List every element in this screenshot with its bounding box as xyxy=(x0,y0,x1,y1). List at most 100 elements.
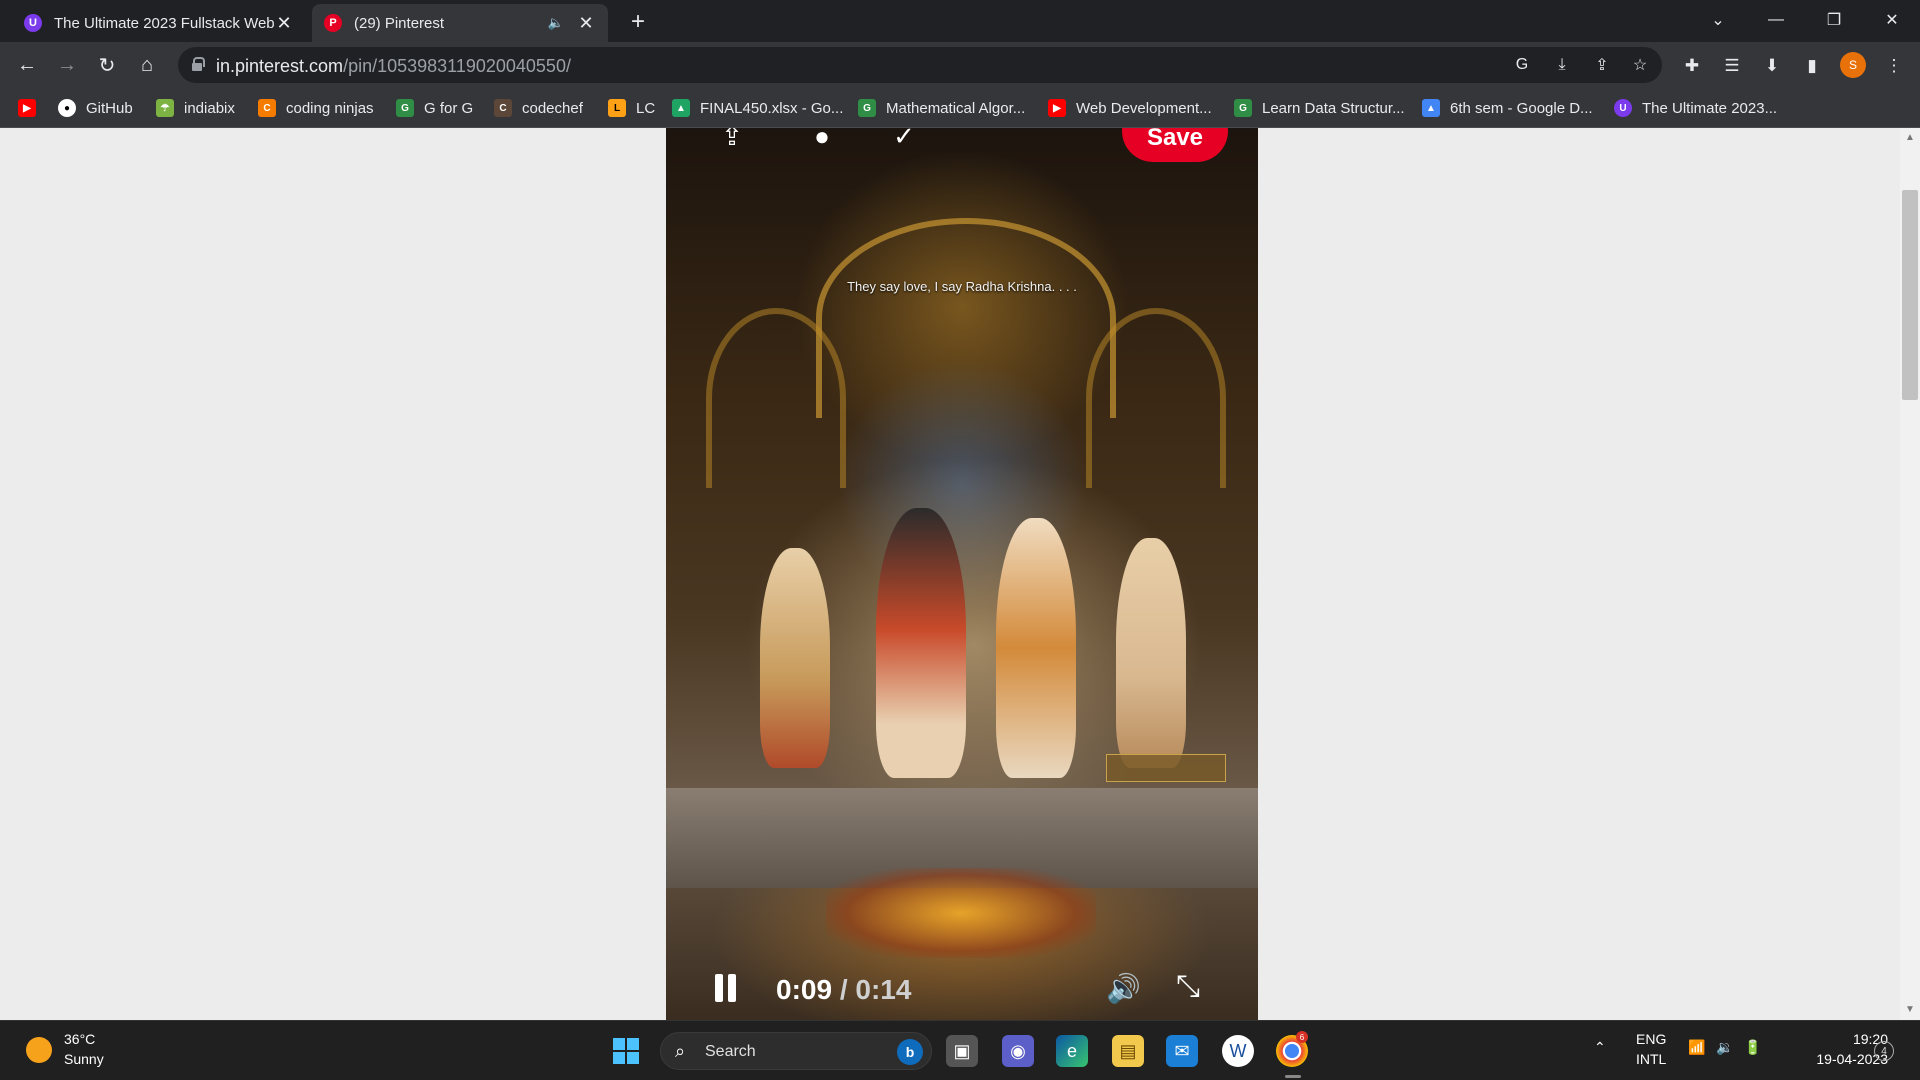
audio-playing-icon[interactable]: 🔈 xyxy=(548,15,564,31)
file-explorer-icon[interactable]: ▤ xyxy=(1112,1035,1144,1067)
video-caption: They say love, I say Radha Krishna. . . … xyxy=(847,279,1077,294)
clock-date[interactable]: 19-04-2023 xyxy=(1786,1051,1888,1067)
profile-avatar[interactable]: S xyxy=(1840,52,1866,78)
bookmark-learn-data-structures[interactable]: G Learn Data Structur... xyxy=(1234,96,1405,120)
gfg-icon: G xyxy=(396,99,414,117)
shrine-arch-right xyxy=(1086,308,1226,488)
extensions-icon[interactable]: ✚ xyxy=(1680,54,1704,78)
chrome-notification-badge: 6 xyxy=(1296,1031,1308,1043)
bookmark-codechef[interactable]: Ccodechef xyxy=(494,96,583,120)
deity-figure xyxy=(876,508,966,778)
tab-pinterest[interactable]: P (29) Pinterest 🔈 ✕ xyxy=(312,4,608,42)
taskbar-search[interactable]: ⌕ Search b xyxy=(660,1032,932,1070)
address-bar[interactable]: in.pinterest.com/pin/1053983119020040550… xyxy=(178,47,1662,83)
comment-icon[interactable]: ● xyxy=(804,128,840,151)
bookmark-youtube[interactable]: ▶ xyxy=(18,96,36,120)
bookmark-coding-ninjas[interactable]: Ccoding ninjas xyxy=(258,96,374,120)
menu-icon[interactable]: ⋮ xyxy=(1882,54,1906,78)
udemy-icon: U xyxy=(24,14,42,32)
task-view-icon[interactable]: ▣ xyxy=(946,1035,978,1067)
restore-window-button[interactable]: ❐ xyxy=(1812,0,1856,40)
forward-icon[interactable]: → xyxy=(52,50,82,80)
notification-badge[interactable]: 4 xyxy=(1874,1041,1894,1061)
google-lens-icon[interactable]: G xyxy=(1510,53,1534,77)
windows-taskbar: 36°C Sunny ⌕ Search b ▣ ◉ e ▤ ✉ W 6 ⌃ EN… xyxy=(0,1020,1920,1080)
deity-figure xyxy=(1116,538,1186,768)
active-app-indicator xyxy=(1285,1075,1301,1078)
pin-video[interactable]: ⇪ ● ✓ Save They say love, I say Radha Kr… xyxy=(666,128,1258,1020)
google-drive-icon: ▲ xyxy=(672,99,690,117)
scroll-down-icon[interactable]: ▼ xyxy=(1904,1004,1916,1015)
install-app-icon[interactable]: ⤓ xyxy=(1550,53,1574,77)
youtube-icon: ▶ xyxy=(18,99,36,117)
bookmark-6th-sem[interactable]: ▲ 6th sem - Google D... xyxy=(1422,96,1593,120)
close-window-button[interactable]: ✕ xyxy=(1870,0,1914,40)
bookmark-leetcode[interactable]: L LC xyxy=(608,96,655,120)
share-icon[interactable]: ⇪ xyxy=(714,128,750,151)
weather-temperature[interactable]: 36°C xyxy=(64,1031,95,1047)
bookmark-web-development[interactable]: ▶ Web Development... xyxy=(1048,96,1212,120)
close-tab-icon[interactable]: ✕ xyxy=(274,13,294,34)
browser-toolbar: ← → ↻ ⌂ in.pinterest.com/pin/10539831190… xyxy=(0,42,1920,88)
edge-icon[interactable]: e xyxy=(1056,1035,1088,1067)
youtube-icon: ▶ xyxy=(1048,99,1066,117)
close-tab-icon[interactable]: ✕ xyxy=(576,13,596,34)
nameplate xyxy=(1106,754,1226,782)
url-text: in.pinterest.com/pin/1053983119020040550… xyxy=(216,56,571,76)
chevron-down-icon[interactable]: ✓ xyxy=(886,128,922,151)
battery-icon[interactable]: 🔋 xyxy=(1744,1039,1761,1056)
chevron-up-icon[interactable]: ⌃ xyxy=(1594,1039,1606,1056)
wifi-icon[interactable]: 📶 xyxy=(1688,1039,1705,1056)
bookmark-github[interactable]: ● GitHub xyxy=(58,96,133,120)
home-icon[interactable]: ⌂ xyxy=(132,50,162,80)
scrollbar-thumb[interactable] xyxy=(1902,190,1918,400)
bookmark-star-icon[interactable]: ☆ xyxy=(1628,53,1652,77)
bookmark-ultimate-2023[interactable]: U The Ultimate 2023... xyxy=(1614,96,1777,120)
share-icon[interactable]: ⇪ xyxy=(1590,53,1614,77)
bookmark-mathematical-algorithms[interactable]: G Mathematical Algor... xyxy=(858,96,1025,120)
bookmark-indiabix[interactable]: ☂ indiabix xyxy=(156,96,235,120)
scroll-up-icon[interactable]: ▲ xyxy=(1904,132,1916,143)
speaker-icon[interactable]: 🔉 xyxy=(1716,1039,1733,1056)
word-app-icon[interactable]: W xyxy=(1222,1035,1254,1067)
language-indicator[interactable]: ENG xyxy=(1636,1031,1666,1047)
udemy-icon: U xyxy=(1614,99,1632,117)
sun-icon[interactable] xyxy=(26,1037,52,1063)
volume-icon[interactable]: 🔊 xyxy=(1106,972,1141,1005)
gfg-icon: G xyxy=(858,99,876,117)
indiabix-icon: ☂ xyxy=(156,99,174,117)
lock-icon[interactable] xyxy=(192,57,205,71)
bookmark-gfg[interactable]: GG for G xyxy=(396,96,473,120)
video-time: 0:09 / 0:14 xyxy=(776,974,912,1005)
codechef-icon: C xyxy=(494,99,512,117)
reading-list-icon[interactable]: ☰ xyxy=(1720,54,1744,78)
tab-search-icon[interactable]: ⌄ xyxy=(1696,0,1740,40)
mail-icon[interactable]: ✉ xyxy=(1166,1035,1198,1067)
bing-icon[interactable]: b xyxy=(897,1039,923,1065)
reload-icon[interactable]: ↻ xyxy=(92,50,122,80)
downloads-icon[interactable]: ⬇ xyxy=(1760,54,1784,78)
teams-chat-icon[interactable]: ◉ xyxy=(1002,1035,1034,1067)
tab-fullstack-course[interactable]: U The Ultimate 2023 Fullstack Web ✕ xyxy=(12,4,306,42)
github-icon: ● xyxy=(58,99,76,117)
deity-figure xyxy=(760,548,830,768)
side-panel-icon[interactable]: ▮ xyxy=(1800,54,1824,78)
weather-condition[interactable]: Sunny xyxy=(64,1051,104,1067)
back-icon[interactable]: ← xyxy=(12,50,42,80)
exit-fullscreen-icon[interactable]: ⤡ xyxy=(1176,970,1200,1004)
deity-figure xyxy=(996,518,1076,778)
tab-strip: U The Ultimate 2023 Fullstack Web ✕ P (2… xyxy=(0,0,1920,42)
leetcode-icon: L xyxy=(608,99,626,117)
pause-icon[interactable] xyxy=(714,974,738,1002)
search-icon: ⌕ xyxy=(675,1041,686,1061)
bookmarks-bar: ▶ ● GitHub ☂ indiabix Ccoding ninjas GG fo… xyxy=(0,88,1920,128)
new-tab-button[interactable]: + xyxy=(624,8,652,36)
bookmark-final450[interactable]: ▲ FINAL450.xlsx - Go... xyxy=(672,96,843,120)
save-button[interactable]: Save xyxy=(1122,128,1228,162)
tab-title: The Ultimate 2023 Fullstack Web xyxy=(54,14,274,32)
start-icon[interactable] xyxy=(610,1035,642,1067)
keyboard-layout[interactable]: INTL xyxy=(1636,1051,1666,1067)
google-drive-icon: ▲ xyxy=(1422,99,1440,117)
flower-offerings xyxy=(826,868,1096,958)
minimize-window-button[interactable]: — xyxy=(1754,0,1798,40)
